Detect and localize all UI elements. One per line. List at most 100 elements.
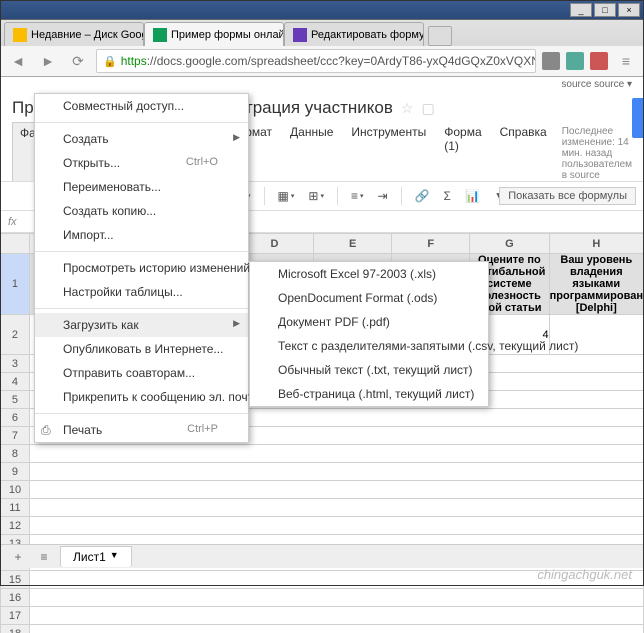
watermark: chingachguk.net (537, 567, 632, 582)
menu-separator (35, 251, 248, 252)
menu-form[interactable]: Форма (1) (437, 122, 488, 181)
menu-open[interactable]: Открыть...Ctrl+O (35, 151, 248, 175)
print-icon: ⎙ (41, 423, 55, 438)
extension-icon[interactable] (542, 52, 560, 70)
browser-tab-forms[interactable]: Редактировать форму – Пр × (284, 22, 424, 46)
row-header[interactable]: 18 (1, 625, 30, 633)
col-header-f[interactable]: F (392, 234, 470, 254)
extension-icon[interactable] (566, 52, 584, 70)
row-header[interactable]: 12 (1, 517, 30, 535)
chart-button[interactable]: 📊 (460, 186, 485, 206)
cell[interactable] (29, 625, 643, 633)
row-header[interactable]: 16 (1, 589, 30, 607)
menu-button[interactable]: ≡ (614, 49, 638, 73)
cell[interactable] (29, 463, 643, 481)
row-header[interactable]: 10 (1, 481, 30, 499)
tab-title: Пример формы онлайн реги (171, 29, 284, 41)
menu-new[interactable]: Создать▶ (35, 127, 248, 151)
browser-tab-sheets[interactable]: Пример формы онлайн реги × (144, 22, 284, 46)
chevron-down-icon[interactable]: ▼ (110, 550, 119, 564)
cell[interactable] (29, 481, 643, 499)
col-header-g[interactable]: G (470, 234, 550, 254)
forward-button[interactable]: ► (36, 49, 60, 73)
menu-help[interactable]: Справка (493, 122, 554, 181)
row-header[interactable]: 8 (1, 445, 30, 463)
window-close[interactable]: × (618, 3, 640, 17)
new-tab-button[interactable] (428, 26, 452, 46)
menu-separator (35, 308, 248, 309)
row-header[interactable]: 5 (1, 391, 30, 409)
cell[interactable] (29, 499, 643, 517)
browser-chrome: _ □ × Недавние – Диск Google Пример форм… (0, 0, 644, 77)
menu-print[interactable]: ⎙ПечатьCtrl+P (35, 418, 248, 442)
menu-publish[interactable]: Опубликовать в Интернете... (35, 337, 248, 361)
drive-icon (13, 28, 27, 42)
menu-tools[interactable]: Инструменты (344, 122, 433, 181)
row-header-1[interactable]: 1 (1, 254, 30, 315)
row-header[interactable]: 7 (1, 427, 30, 445)
address-bar[interactable]: 🔒 https ://docs.google.com/spreadsheet/c… (96, 49, 536, 73)
cell[interactable] (29, 589, 643, 607)
submenu-pdf[interactable]: Документ PDF (.pdf) (250, 310, 488, 334)
submenu-ods[interactable]: OpenDocument Format (.ods) (250, 286, 488, 310)
align-button[interactable]: ≡▾ (346, 186, 369, 206)
url-protocol: https (121, 54, 147, 68)
window-minimize[interactable]: _ (570, 3, 592, 17)
sheets-icon (153, 28, 167, 42)
menu-rename[interactable]: Переименовать... (35, 175, 248, 199)
row-header[interactable]: 17 (1, 607, 30, 625)
sheet-tabs-bar: + ≡ Лист1 ▼ (0, 544, 644, 568)
all-sheets-button[interactable]: ≡ (34, 550, 54, 564)
menu-data[interactable]: Данные (283, 122, 340, 181)
menu-share[interactable]: Совместный доступ... (35, 94, 248, 118)
chevron-right-icon: ▶ (233, 132, 240, 143)
star-icon[interactable]: ☆ (401, 100, 414, 117)
file-menu-dropdown: Совместный доступ... Создать▶ Открыть...… (34, 93, 249, 443)
col-header-e[interactable]: E (313, 234, 392, 254)
reload-button[interactable]: ⟳ (66, 49, 90, 73)
row-header[interactable]: 3 (1, 355, 30, 373)
link-button[interactable]: 🔗 (410, 186, 435, 206)
row-header[interactable]: 9 (1, 463, 30, 481)
row-header[interactable]: 6 (1, 409, 30, 427)
menu-import[interactable]: Импорт... (35, 223, 248, 247)
cell[interactable] (29, 607, 643, 625)
back-button[interactable]: ◄ (6, 49, 30, 73)
browser-tab-drive[interactable]: Недавние – Диск Google (4, 22, 144, 46)
browser-tabs: Недавние – Диск Google Пример формы онла… (0, 20, 644, 46)
select-all-corner[interactable] (1, 234, 30, 254)
borders-button[interactable]: ⊞▾ (303, 186, 329, 206)
share-button[interactable]: 🔒 Предоставить доступ (632, 98, 644, 138)
row-header-2[interactable]: 2 (1, 315, 30, 355)
submenu-html[interactable]: Веб-страница (.html, текущий лист) (250, 382, 488, 406)
menu-copy[interactable]: Создать копию... (35, 199, 248, 223)
menu-send-coauthors[interactable]: Отправить соавторам... (35, 361, 248, 385)
cell[interactable] (29, 445, 643, 463)
folder-icon[interactable]: ▢ (421, 100, 434, 117)
window-maximize[interactable]: □ (594, 3, 616, 17)
submenu-txt[interactable]: Обычный текст (.txt, текущий лист) (250, 358, 488, 382)
col-header-h[interactable]: H (549, 234, 643, 254)
fx-label: fx (8, 216, 17, 228)
menu-settings[interactable]: Настройки таблицы... (35, 280, 248, 304)
menu-email-attach[interactable]: Прикрепить к сообщению эл. почты... (35, 385, 248, 409)
window-titlebar: _ □ × (0, 0, 644, 20)
menu-download-as[interactable]: Загрузить как▶ (35, 313, 248, 337)
source-label: source source ▾ (0, 77, 644, 92)
functions-button[interactable]: Σ (439, 186, 456, 206)
fill-color-button[interactable]: ▦▾ (273, 186, 300, 206)
row-header[interactable]: 4 (1, 373, 30, 391)
sheet-tab[interactable]: Лист1 ▼ (60, 546, 132, 567)
row-header[interactable]: 11 (1, 499, 30, 517)
wrap-button[interactable]: ⇥ (373, 186, 393, 206)
chevron-right-icon: ▶ (233, 318, 240, 329)
sheet-tab-label: Лист1 (73, 550, 106, 564)
submenu-xls[interactable]: Microsoft Excel 97-2003 (.xls) (250, 262, 488, 286)
submenu-csv[interactable]: Текст с разделителями-запятыми (.csv, те… (250, 334, 488, 358)
cell[interactable]: Ваш уровень владения языками программиро… (549, 254, 643, 315)
show-formulas-button[interactable]: Показать все формулы (499, 187, 636, 205)
add-sheet-button[interactable]: + (8, 550, 28, 564)
extension-icon[interactable] (590, 52, 608, 70)
menu-history[interactable]: Просмотреть историю измененийAlt+Ctrl+G (35, 256, 248, 280)
cell[interactable] (29, 517, 643, 535)
